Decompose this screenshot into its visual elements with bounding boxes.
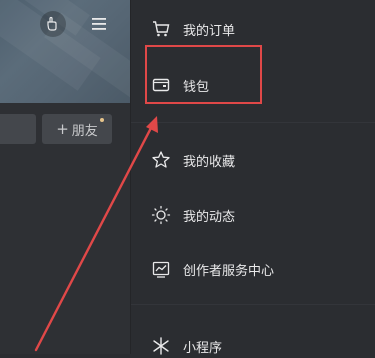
annotation-arrow — [34, 116, 158, 352]
